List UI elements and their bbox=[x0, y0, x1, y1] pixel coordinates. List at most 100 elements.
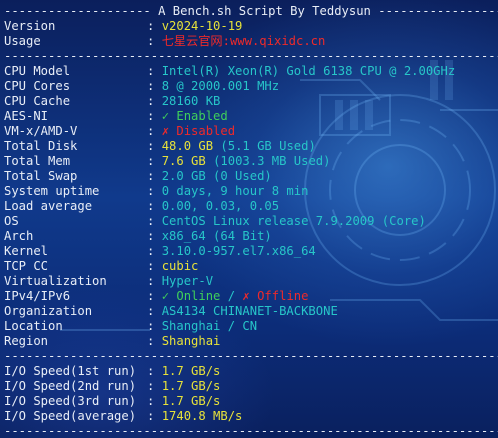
info-row: Total Mem: 7.6 GB (1003.3 MB Used) bbox=[4, 154, 498, 169]
meta-block: Version: v2024-10-19 Usage: 七星云官网:www.qix… bbox=[4, 19, 498, 49]
info-row: Version: v2024-10-19 bbox=[4, 19, 498, 34]
row-colon: : bbox=[147, 124, 155, 138]
row-label: OS bbox=[4, 214, 19, 228]
row-label: TCP CC bbox=[4, 259, 49, 273]
row-colon: : bbox=[147, 109, 155, 123]
row-value: 8 @ 2000.001 MHz bbox=[161, 79, 280, 93]
row-value: 48.0 GB bbox=[161, 139, 214, 153]
io-speed-block: I/O Speed(1st run): 1.7 GB/s I/O Speed(2n… bbox=[4, 364, 498, 424]
row-colon: : bbox=[147, 304, 155, 318]
row-label: Total Mem bbox=[4, 154, 71, 168]
row-label: Version bbox=[4, 19, 56, 33]
row-value: 0.00, 0.03, 0.05 bbox=[161, 199, 280, 213]
row-colon: : bbox=[147, 364, 155, 378]
row-label: VM-x/AMD-V bbox=[4, 124, 78, 138]
row-label: CPU Cores bbox=[4, 79, 71, 93]
info-row: Arch: x86_64 (64 Bit) bbox=[4, 229, 498, 244]
info-row: IPv4/IPv6: ✓ Online / ✗ Offline bbox=[4, 289, 498, 304]
row-value: 3.10.0-957.el7.x86_64 bbox=[161, 244, 316, 258]
separator-dashes: ----------------------------------------… bbox=[4, 424, 498, 438]
row-value: Shanghai / CN bbox=[161, 319, 258, 333]
row-value: ✗ Disabled bbox=[161, 124, 236, 138]
separator-line: ----------------------------------------… bbox=[4, 49, 498, 64]
row-label: Virtualization bbox=[4, 274, 107, 288]
separator-line: ----------------------------------------… bbox=[4, 424, 498, 438]
row-value: 七星云官网:www.qixidc.cn bbox=[161, 34, 326, 48]
system-info-block: CPU Model: Intel(R) Xeon(R) Gold 6138 CP… bbox=[4, 64, 498, 349]
row-colon: : bbox=[147, 289, 155, 303]
terminal-output: -------------------- A Bench.sh Script B… bbox=[0, 0, 498, 438]
separator-line: ----------------------------------------… bbox=[4, 349, 498, 364]
info-row: I/O Speed(2nd run): 1.7 GB/s bbox=[4, 379, 498, 394]
header-dashes-left: -------------------- bbox=[4, 4, 151, 18]
row-value: 1.7 GB/s bbox=[161, 394, 221, 408]
row-label: I/O Speed(2nd run) bbox=[4, 379, 137, 393]
row-label: Total Swap bbox=[4, 169, 78, 183]
info-row: Location: Shanghai / CN bbox=[4, 319, 498, 334]
row-value: AS4134 CHINANET-BACKBONE bbox=[161, 304, 338, 318]
row-colon: : bbox=[147, 319, 155, 333]
row-colon: : bbox=[147, 184, 155, 198]
info-row: Virtualization: Hyper-V bbox=[4, 274, 498, 289]
row-label: Region bbox=[4, 334, 49, 348]
row-label: System uptime bbox=[4, 184, 100, 198]
info-row: System uptime: 0 days, 9 hour 8 min bbox=[4, 184, 498, 199]
info-row: VM-x/AMD-V: ✗ Disabled bbox=[4, 124, 498, 139]
row-colon: : bbox=[147, 214, 155, 228]
info-row: Kernel: 3.10.0-957.el7.x86_64 bbox=[4, 244, 498, 259]
row-colon: : bbox=[147, 409, 155, 423]
row-label: Arch bbox=[4, 229, 34, 243]
row-label: I/O Speed(average) bbox=[4, 409, 137, 423]
header-dashes-right: ------------------- bbox=[378, 4, 498, 18]
row-colon: : bbox=[147, 19, 155, 33]
row-label: Organization bbox=[4, 304, 93, 318]
info-row: CPU Cores: 8 @ 2000.001 MHz bbox=[4, 79, 498, 94]
header-line: -------------------- A Bench.sh Script B… bbox=[4, 4, 498, 19]
row-colon: : bbox=[147, 229, 155, 243]
info-row: Usage: 七星云官网:www.qixidc.cn bbox=[4, 34, 498, 49]
row-colon: : bbox=[147, 259, 155, 273]
header-title: A Bench.sh Script By Teddysun bbox=[158, 4, 371, 18]
row-value: 1.7 GB/s bbox=[161, 379, 221, 393]
row-label: I/O Speed(1st run) bbox=[4, 364, 137, 378]
info-row: AES-NI: ✓ Enabled bbox=[4, 109, 498, 124]
row-colon: : bbox=[147, 199, 155, 213]
row-colon: : bbox=[147, 394, 155, 408]
row-colon: : bbox=[147, 244, 155, 258]
row-label: IPv4/IPv6 bbox=[4, 289, 71, 303]
info-row: Region: Shanghai bbox=[4, 334, 498, 349]
row-value-extra: (1003.3 MB Used) bbox=[213, 154, 331, 168]
info-row: CPU Model: Intel(R) Xeon(R) Gold 6138 CP… bbox=[4, 64, 498, 79]
info-row: I/O Speed(1st run): 1.7 GB/s bbox=[4, 364, 498, 379]
info-row: I/O Speed(average): 1740.8 MB/s bbox=[4, 409, 498, 424]
row-value: 7.6 GB bbox=[161, 154, 206, 168]
row-value: cubic bbox=[161, 259, 199, 273]
info-row: OS: CentOS Linux release 7.9.2009 (Core) bbox=[4, 214, 498, 229]
row-colon: : bbox=[147, 154, 155, 168]
terminal-window[interactable]: -------------------- A Bench.sh Script B… bbox=[0, 0, 498, 438]
row-colon: : bbox=[147, 139, 155, 153]
row-value: v2024-10-19 bbox=[161, 19, 243, 33]
row-label: Usage bbox=[4, 34, 41, 48]
row-value-extra: (5.1 GB Used) bbox=[220, 139, 316, 153]
info-row: Organization: AS4134 CHINANET-BACKBONE bbox=[4, 304, 498, 319]
row-label: AES-NI bbox=[4, 109, 49, 123]
row-colon: : bbox=[147, 334, 155, 348]
row-value: 1.7 GB/s bbox=[161, 364, 221, 378]
row-colon: : bbox=[147, 64, 155, 78]
row-value: 0 days, 9 hour 8 min bbox=[161, 184, 309, 198]
row-value-separator: / bbox=[227, 289, 236, 303]
row-colon: : bbox=[147, 34, 155, 48]
row-value: Intel(R) Xeon(R) Gold 6138 CPU @ 2.00GHz bbox=[161, 64, 456, 78]
row-value: 28160 KB bbox=[161, 94, 221, 108]
info-row: Load average: 0.00, 0.03, 0.05 bbox=[4, 199, 498, 214]
row-value: ✓ Enabled bbox=[161, 109, 228, 123]
row-label: Load average bbox=[4, 199, 93, 213]
info-row: TCP CC: cubic bbox=[4, 259, 498, 274]
row-label: Kernel bbox=[4, 244, 49, 258]
row-label: Total Disk bbox=[4, 139, 78, 153]
separator-dashes: ----------------------------------------… bbox=[4, 49, 498, 63]
info-row: Total Swap: 2.0 GB (0 Used) bbox=[4, 169, 498, 184]
info-row: I/O Speed(3rd run): 1.7 GB/s bbox=[4, 394, 498, 409]
row-value: Shanghai bbox=[161, 334, 221, 348]
